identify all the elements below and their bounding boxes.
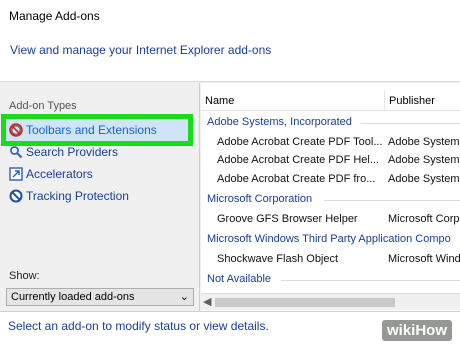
group-row: Not Available	[201, 270, 460, 290]
addon-types-pane: Add-on Types Toolbars and Extensions Sea…	[0, 83, 200, 311]
addon-type-tracking-protection[interactable]: Tracking Protection	[6, 185, 186, 207]
column-divider[interactable]	[384, 91, 385, 111]
column-header-name[interactable]: Name	[205, 95, 234, 107]
gear-no-icon	[9, 123, 23, 137]
addon-types-label: Add-on Types	[9, 100, 77, 112]
addon-type-label: Accelerators	[26, 167, 93, 181]
table-row[interactable]: Shockwave Flash Object Microsoft Wind	[201, 249, 460, 269]
addon-publisher: Adobe System	[388, 173, 460, 185]
title-bar: Manage Add-ons	[0, 0, 460, 30]
addon-list-pane: Name Publisher Adobe Systems, Incorporat…	[201, 83, 460, 311]
header-description: View and manage your Internet Explorer a…	[10, 43, 272, 57]
addon-type-label: Search Providers	[26, 145, 119, 159]
horizontal-scrollbar[interactable]: ◀	[201, 293, 460, 310]
addon-name: Adobe Acrobat Create PDF Tool...	[217, 136, 383, 148]
addon-name: Adobe Acrobat Create PDF fro...	[217, 173, 376, 185]
chevron-down-icon: ⌄	[179, 291, 189, 303]
show-dropdown-value: Currently loaded add-ons	[11, 291, 135, 303]
group-name: Microsoft Windows Third Party Applicatio…	[207, 233, 451, 245]
addon-type-search-providers[interactable]: Search Providers	[6, 141, 186, 163]
scroll-left-icon[interactable]: ◀	[203, 295, 211, 308]
addon-publisher: Adobe System	[388, 136, 460, 148]
group-name: Adobe Systems, Incorporated	[207, 116, 352, 128]
manage-addons-window: Manage Add-ons View and manage your Inte…	[0, 0, 460, 345]
addon-type-accelerators[interactable]: Accelerators	[6, 163, 186, 185]
group-name: Not Available	[207, 273, 272, 285]
search-icon	[9, 145, 23, 159]
list-header: Name Publisher	[201, 91, 460, 111]
watermark-text: wikiHow	[386, 322, 447, 339]
addon-type-label: Tracking Protection	[26, 189, 129, 203]
status-text: Select an add-on to modify status or vie…	[8, 319, 269, 333]
group-divider	[324, 200, 460, 201]
table-row[interactable]: Adobe Acrobat Create PDF Tool... Adobe S…	[201, 132, 460, 152]
addon-type-label: Toolbars and Extensions	[26, 123, 157, 137]
table-row[interactable]: Adobe Acrobat Create PDF Hel... Adobe Sy…	[201, 150, 460, 170]
addon-publisher: Microsoft Wind	[388, 253, 460, 265]
accelerator-icon	[9, 167, 23, 181]
scrollbar-thumb[interactable]	[215, 298, 395, 307]
addon-publisher: Adobe System	[388, 154, 460, 166]
addon-name: Adobe Acrobat Create PDF Hel...	[217, 154, 380, 166]
group-divider	[361, 123, 460, 124]
addon-name: Groove GFS Browser Helper	[217, 213, 358, 225]
addon-publisher: Microsoft Corp	[388, 213, 460, 225]
show-dropdown[interactable]: Currently loaded add-ons ⌄	[6, 288, 194, 306]
table-row[interactable]: Groove GFS Browser Helper Microsoft Corp	[201, 209, 460, 229]
header-panel: View and manage your Internet Explorer a…	[0, 30, 460, 82]
group-divider	[281, 280, 460, 281]
group-name: Microsoft Corporation	[207, 193, 313, 205]
window-title: Manage Add-ons	[9, 9, 100, 23]
table-row[interactable]: Adobe Acrobat Create PDF fro... Adobe Sy…	[201, 169, 460, 189]
column-header-publisher[interactable]: Publisher	[389, 95, 435, 107]
group-row: Microsoft Windows Third Party Applicatio…	[201, 230, 460, 250]
show-label: Show:	[9, 270, 40, 282]
addon-type-toolbars-extensions[interactable]: Toolbars and Extensions	[1, 114, 193, 146]
addon-name: Shockwave Flash Object	[217, 253, 339, 265]
group-row: Microsoft Corporation	[201, 190, 460, 210]
block-icon	[9, 189, 23, 203]
wikihow-watermark: wikiHow	[381, 320, 452, 341]
group-row: Adobe Systems, Incorporated	[201, 113, 460, 133]
